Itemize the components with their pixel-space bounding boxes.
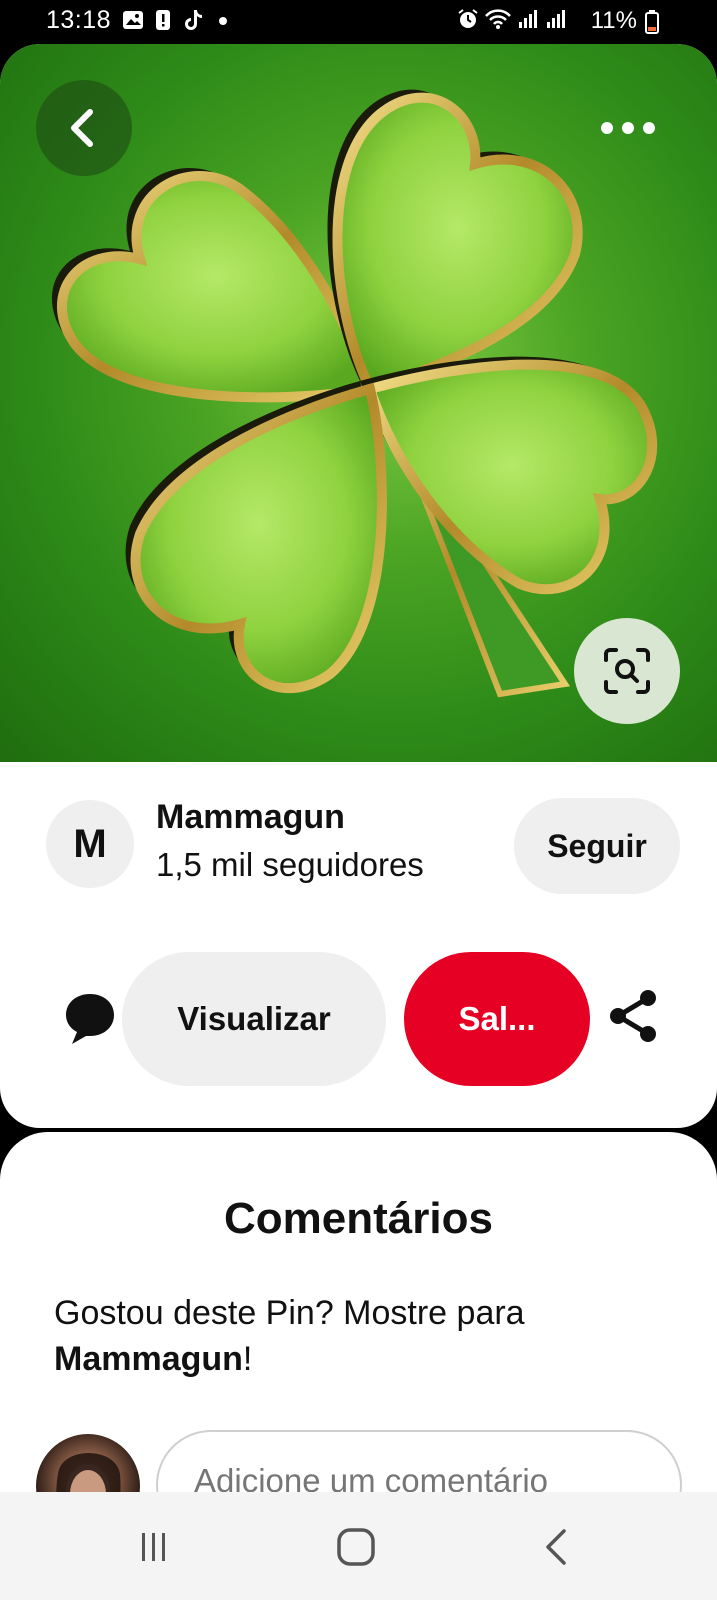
share-icon[interactable] bbox=[606, 988, 662, 1044]
visual-search-icon bbox=[604, 648, 650, 694]
speech-bubble-icon[interactable] bbox=[62, 990, 118, 1046]
status-bar: 13:18 11% bbox=[0, 0, 717, 44]
creator-avatar[interactable]: M bbox=[46, 800, 134, 888]
more-dot bbox=[622, 122, 634, 134]
back-icon bbox=[546, 1529, 566, 1565]
home-button[interactable] bbox=[326, 1522, 386, 1572]
status-time: 13:18 bbox=[46, 6, 112, 34]
signal-icon bbox=[519, 10, 537, 28]
signal-icon-2 bbox=[547, 10, 565, 28]
alert-icon bbox=[156, 10, 170, 30]
save-button[interactable]: Sal... bbox=[404, 952, 590, 1086]
visual-search-button[interactable] bbox=[574, 618, 680, 724]
follow-button[interactable]: Seguir bbox=[514, 798, 680, 894]
wifi-icon bbox=[485, 9, 511, 29]
prompt-prefix: Gostou deste Pin? Mostre para bbox=[54, 1294, 525, 1332]
comments-prompt: Gostou deste Pin? Mostre para Mammagun! bbox=[54, 1290, 674, 1382]
prompt-suffix: ! bbox=[242, 1340, 253, 1378]
battery-percent: 11% bbox=[590, 7, 637, 34]
system-icons bbox=[457, 8, 567, 30]
prompt-creator-name: Mammagun bbox=[54, 1340, 243, 1378]
creator-row: M Mammagun 1,5 mil seguidores Seguir bbox=[0, 774, 717, 894]
comments-title: Comentários bbox=[224, 1194, 493, 1243]
home-icon bbox=[337, 1528, 375, 1566]
pin-image[interactable] bbox=[0, 44, 717, 762]
actions-row: Visualizar Sal... bbox=[0, 950, 717, 1090]
more-dot bbox=[643, 122, 655, 134]
image-icon bbox=[123, 11, 143, 29]
notification-icons bbox=[122, 9, 234, 31]
battery-icon bbox=[645, 10, 659, 34]
creator-followers: 1,5 mil seguidores bbox=[156, 846, 424, 883]
nav-back-button[interactable] bbox=[528, 1522, 588, 1572]
pin-card: M Mammagun 1,5 mil seguidores Seguir Vis… bbox=[0, 44, 717, 1128]
more-dot bbox=[601, 122, 613, 134]
chevron-left-icon bbox=[71, 109, 93, 147]
more-options-button[interactable] bbox=[580, 100, 676, 156]
back-button[interactable] bbox=[36, 80, 132, 176]
alarm-icon bbox=[458, 9, 478, 28]
navigation-bar bbox=[0, 1492, 717, 1600]
view-button[interactable]: Visualizar bbox=[122, 952, 386, 1086]
tiktok-icon bbox=[185, 10, 202, 30]
creator-name[interactable]: Mammagun bbox=[156, 798, 345, 837]
dot-icon bbox=[219, 17, 227, 25]
recents-icon bbox=[142, 1533, 165, 1561]
recents-button[interactable] bbox=[124, 1522, 184, 1572]
